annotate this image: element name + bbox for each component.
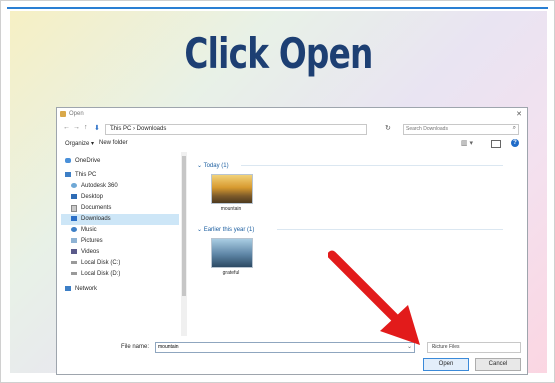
up-arrow-icon[interactable]: ↑ [84,124,88,131]
scrollbar-thumb[interactable] [182,156,186,296]
nav-item-label: Pictures [81,238,103,244]
nav-item-network[interactable]: Network [61,284,179,295]
file-item-grateful[interactable]: grateful [209,238,253,276]
download-icon [71,216,77,221]
nav-item-autodesk[interactable]: Autodesk 360 [61,181,179,192]
file-name-label: mountain [220,206,242,212]
top-accent-line [7,7,548,9]
image-thumbnail [211,174,253,204]
nav-item-onedrive[interactable]: OneDrive [61,156,179,167]
nav-item-label: Desktop [81,194,104,200]
close-icon[interactable]: ✕ [516,110,522,118]
nav-item-desktop[interactable]: Desktop [61,192,179,203]
chevron-down-icon: ⌄ [197,163,204,169]
nav-item-label: Network [75,286,98,292]
group-header-label: Today (1) [203,163,229,169]
pictures-icon [71,238,77,243]
view-options-icon[interactable]: ▥ ▾ [461,139,473,147]
red-pointer-arrow-icon [328,250,420,345]
open-file-dialog: Open ✕ ← → ↑ ⬇ This PC › Downloads ⌄ ↻ ⌕ [56,107,528,375]
address-row: ← → ↑ ⬇ This PC › Downloads ⌄ ↻ ⌕ [57,122,527,136]
nav-item-label: This PC [75,172,97,178]
download-folder-icon: ⬇ [94,125,100,132]
music-icon [71,227,77,232]
dialog-title: Open [69,111,84,117]
desktop-icon [71,194,77,199]
nav-item-pictures[interactable]: Pictures [61,236,179,247]
computer-icon [65,172,71,177]
nav-item-label: Music [81,227,97,233]
nav-item-this-pc[interactable]: This PC [61,170,179,181]
help-icon[interactable]: ? [511,139,519,147]
file-name-label: grateful [222,270,240,276]
back-arrow-icon[interactable]: ← [63,124,70,131]
group-divider [241,165,503,166]
search-box[interactable]: ⌕ [403,124,519,135]
image-thumbnail [211,238,253,268]
nav-item-label: Documents [81,205,112,211]
drive-icon [71,261,77,264]
search-input[interactable] [406,125,502,133]
nav-item-label: Videos [81,249,100,255]
nav-scrollbar[interactable] [181,152,187,336]
group-header-earlier[interactable]: ⌄ Earlier this year (1) [197,226,507,233]
navigation-pane: OneDrive This PC Autodesk 360 Desktop Do… [61,156,179,336]
nav-item-label: Downloads [81,216,111,222]
nav-item-local-disk-c[interactable]: Local Disk (C:) [61,258,179,269]
drive-icon [71,272,77,275]
nav-item-label: OneDrive [75,158,101,164]
search-icon[interactable]: ⌕ [513,125,516,132]
organize-button[interactable]: Organize ▾ [65,140,94,147]
dialog-titlebar: Open ✕ [57,108,527,121]
preview-pane-icon[interactable] [491,140,501,148]
documents-icon [71,205,77,212]
forward-arrow-icon[interactable]: → [73,124,80,131]
new-folder-button[interactable]: New folder [99,140,128,146]
group-header-today[interactable]: ⌄ Today (1) [197,162,507,169]
cancel-button[interactable]: Cancel [475,358,521,371]
cloud-icon [65,158,71,163]
tutorial-slide: Click Open Open ✕ ← → ↑ ⬇ This PC › Down… [10,11,547,375]
nav-item-music[interactable]: Music [61,225,179,236]
group-divider [277,229,503,230]
nav-item-local-disk-d[interactable]: Local Disk (D:) [61,269,179,280]
videos-icon [71,249,77,254]
file-name-row: File name: ⌄ Picture Files ⌄ [57,342,527,354]
chevron-down-icon: ⌄ [197,227,204,233]
command-bar: Organize ▾ New folder ▥ ▾ ? [57,138,527,150]
refresh-icon[interactable]: ↻ [385,124,391,132]
group-header-label: Earlier this year (1) [203,227,255,233]
nav-item-documents[interactable]: Documents [61,203,179,214]
file-name-field-label: File name: [121,344,150,350]
nav-item-videos[interactable]: Videos [61,247,179,258]
file-item-mountain[interactable]: mountain [209,174,253,212]
autodesk-icon [71,183,77,188]
network-icon [65,286,71,291]
app-icon [60,111,66,117]
chevron-down-icon[interactable]: ⌄ [110,125,364,132]
nav-item-label: Local Disk (D:) [81,271,121,277]
slide-title: Click Open [184,29,373,78]
nav-item-label: Local Disk (C:) [81,260,121,266]
nav-item-downloads[interactable]: Downloads [61,214,179,225]
nav-item-label: Autodesk 360 [81,183,118,189]
open-button[interactable]: Open [423,358,469,371]
screenshot-frame: Click Open Open ✕ ← → ↑ ⬇ This PC › Down… [0,0,555,383]
address-bar[interactable]: This PC › Downloads ⌄ [105,124,367,135]
